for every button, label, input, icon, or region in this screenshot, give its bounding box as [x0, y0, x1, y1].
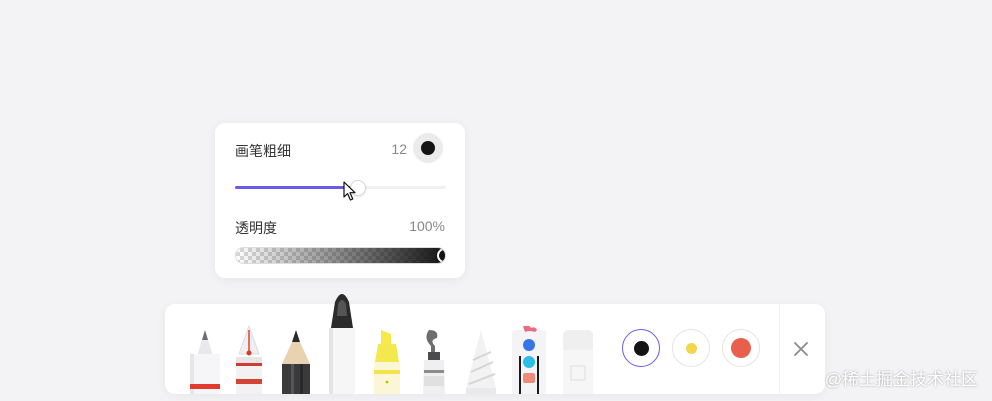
- color-swatch-yellow: [685, 342, 697, 354]
- brush-settings-popover: 画笔粗细 12 透明度 100%: [215, 123, 465, 278]
- mouse-cursor-icon: [343, 181, 356, 201]
- marker-icon[interactable]: [325, 288, 359, 394]
- brush-preview-dot: [421, 141, 435, 155]
- thickness-slider[interactable]: [235, 180, 446, 196]
- paint-tube-icon[interactable]: [417, 330, 451, 394]
- color-option-yellow[interactable]: [672, 329, 710, 367]
- color-option-red[interactable]: [722, 329, 760, 367]
- crayon-icon[interactable]: [463, 330, 499, 394]
- shape-tool-icon[interactable]: [509, 326, 549, 394]
- color-option-black[interactable]: [622, 329, 660, 367]
- pencil-icon[interactable]: [187, 324, 223, 394]
- watermark: @稀土掘金技术社区: [824, 370, 978, 389]
- highlighter-icon[interactable]: [369, 330, 405, 394]
- drawing-toolbar: [165, 294, 825, 394]
- eraser-icon[interactable]: [561, 330, 595, 394]
- color-swatch-red: [731, 338, 751, 358]
- thickness-value: 12: [391, 141, 407, 157]
- close-icon: [794, 342, 808, 356]
- thickness-label: 画笔粗细: [235, 143, 291, 159]
- close-button[interactable]: [789, 337, 813, 361]
- opacity-slider[interactable]: [235, 247, 446, 264]
- opacity-value: 100%: [409, 218, 445, 234]
- fountain-pen-icon[interactable]: [231, 324, 267, 394]
- thickness-slider-fill: [235, 186, 358, 189]
- wood-pencil-icon[interactable]: [278, 330, 314, 394]
- toolbar-divider: [779, 304, 780, 394]
- color-swatch-black: [633, 340, 649, 356]
- opacity-label: 透明度: [235, 220, 277, 236]
- opacity-slider-thumb[interactable]: [437, 248, 445, 263]
- brush-preview: [413, 133, 443, 163]
